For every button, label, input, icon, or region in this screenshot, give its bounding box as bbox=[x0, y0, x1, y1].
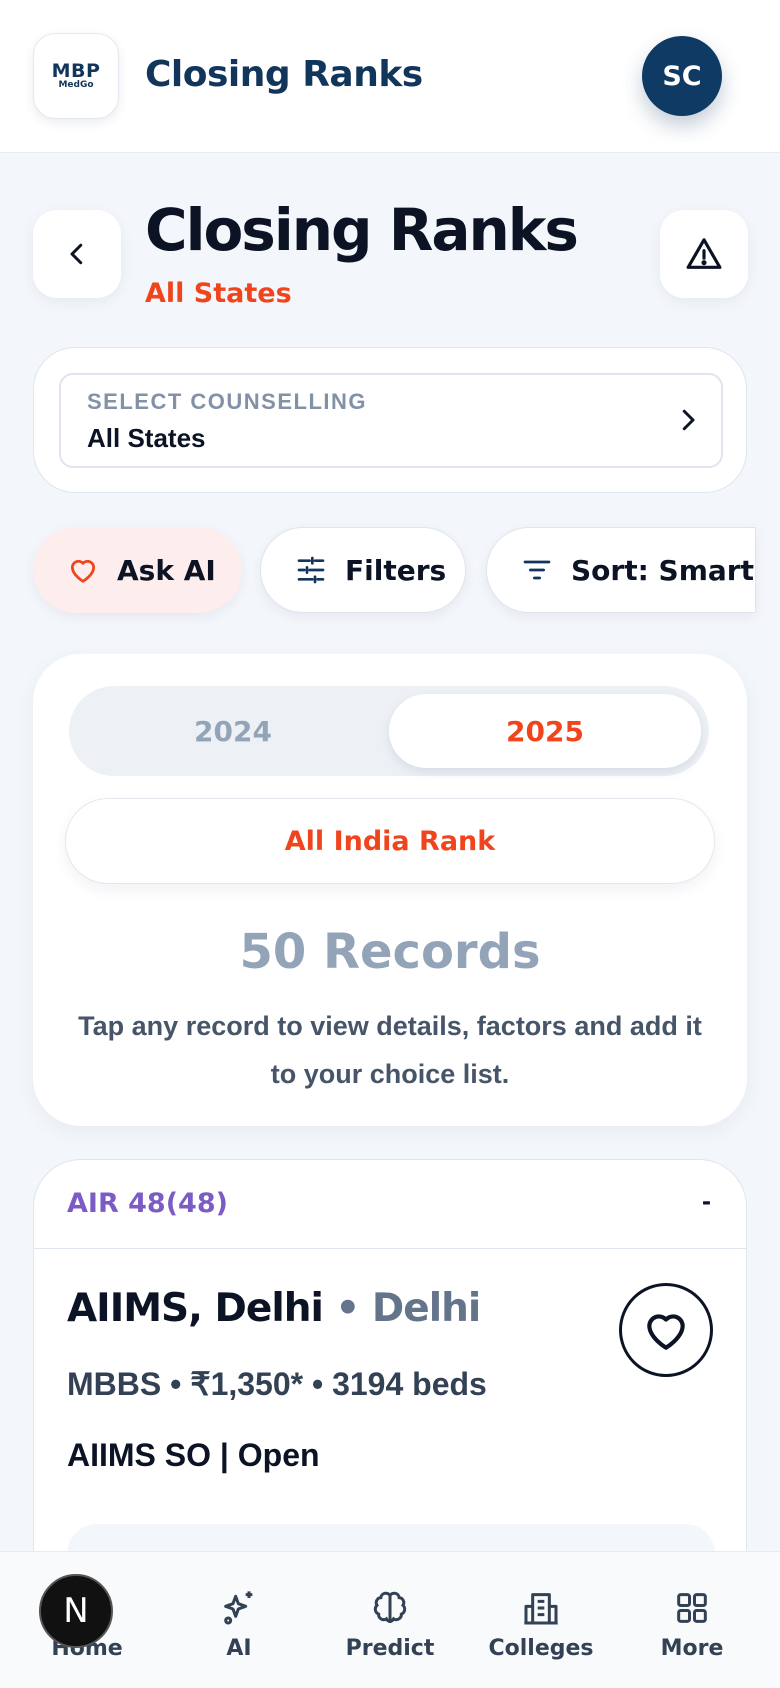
page-title: Closing Ranks bbox=[145, 196, 579, 264]
nav-label-colleges: Colleges bbox=[488, 1636, 594, 1661]
page-subtitle: All States bbox=[145, 278, 292, 309]
college-name: AIIMS, Delhi bbox=[67, 1286, 324, 1331]
report-button[interactable] bbox=[660, 210, 748, 298]
brain-icon bbox=[373, 1591, 407, 1623]
filters-button[interactable]: Filters bbox=[260, 527, 466, 613]
nav-item-colleges[interactable]: Colleges bbox=[481, 1588, 601, 1661]
app-logo[interactable]: MBP MedGo bbox=[33, 33, 119, 119]
counselling-value: All States bbox=[87, 423, 206, 453]
sparkles-icon bbox=[224, 1591, 253, 1625]
year-filter-card: 2024 2025 All India Rank 50 Records Tap … bbox=[33, 654, 747, 1126]
chevron-right-icon bbox=[682, 409, 695, 431]
favorite-button[interactable] bbox=[619, 1283, 713, 1377]
sort-label: Sort: Smart bbox=[571, 553, 754, 587]
logo-text-primary: MBP bbox=[51, 59, 101, 82]
nav-label-ai: AI bbox=[226, 1636, 252, 1661]
rank-type-button[interactable]: All India Rank bbox=[65, 798, 715, 884]
back-button[interactable] bbox=[33, 210, 121, 298]
chevron-left-icon bbox=[70, 243, 83, 265]
records-count: 50 Records bbox=[239, 924, 541, 980]
college-quota: AIIMS SO | Open bbox=[67, 1437, 320, 1473]
sliders-icon bbox=[297, 556, 325, 584]
warning-icon bbox=[686, 238, 722, 269]
college-name-line: AIIMS, Delhi • Delhi bbox=[67, 1286, 481, 1331]
grid-icon bbox=[677, 1593, 707, 1623]
counselling-label: SELECT COUNSELLING bbox=[87, 389, 368, 414]
nav-item-predict[interactable]: Predict bbox=[330, 1588, 450, 1661]
record-header: AIR 48(48) - bbox=[34, 1160, 746, 1249]
college-meta: MBBS • ₹1,350* • 3194 beds bbox=[67, 1366, 487, 1402]
building-icon bbox=[524, 1593, 558, 1625]
year-toggle: 2024 2025 bbox=[69, 686, 709, 776]
filters-label: Filters bbox=[345, 553, 447, 587]
sort-icon bbox=[523, 560, 551, 580]
nav-label-more: More bbox=[660, 1636, 724, 1661]
college-separator: • bbox=[322, 1286, 372, 1331]
air-rank: AIR 48(48) bbox=[67, 1188, 228, 1219]
year-option-2024[interactable]: 2024 bbox=[77, 694, 389, 768]
nav-label-predict: Predict bbox=[345, 1636, 435, 1661]
dev-tools-badge[interactable]: N bbox=[39, 1574, 113, 1648]
record-trailing-value: - bbox=[702, 1186, 711, 1216]
nav-item-more[interactable]: More bbox=[632, 1588, 752, 1661]
avatar[interactable]: SC bbox=[642, 36, 722, 116]
records-hint: Tap any record to view details, factors … bbox=[78, 1011, 702, 1089]
counselling-card: SELECT COUNSELLING All States bbox=[33, 347, 747, 493]
heart-icon bbox=[70, 559, 96, 583]
sort-button[interactable]: Sort: Smart bbox=[486, 527, 756, 613]
bottom-nav: Home AI Predict Colleges More bbox=[0, 1551, 780, 1688]
nav-item-ai[interactable]: AI bbox=[179, 1588, 299, 1661]
app-title: Closing Ranks bbox=[145, 54, 423, 95]
top-bar: MBP MedGo Closing Ranks SC bbox=[0, 0, 780, 153]
year-option-2025[interactable]: 2025 bbox=[389, 694, 701, 768]
counselling-select[interactable]: SELECT COUNSELLING All States bbox=[59, 373, 723, 468]
logo-text-secondary: MedGo bbox=[58, 79, 94, 90]
ask-ai-button[interactable]: Ask AI bbox=[33, 527, 242, 613]
ask-ai-label: Ask AI bbox=[117, 553, 216, 587]
heart-icon bbox=[647, 1314, 685, 1350]
college-state: Delhi bbox=[371, 1286, 481, 1331]
